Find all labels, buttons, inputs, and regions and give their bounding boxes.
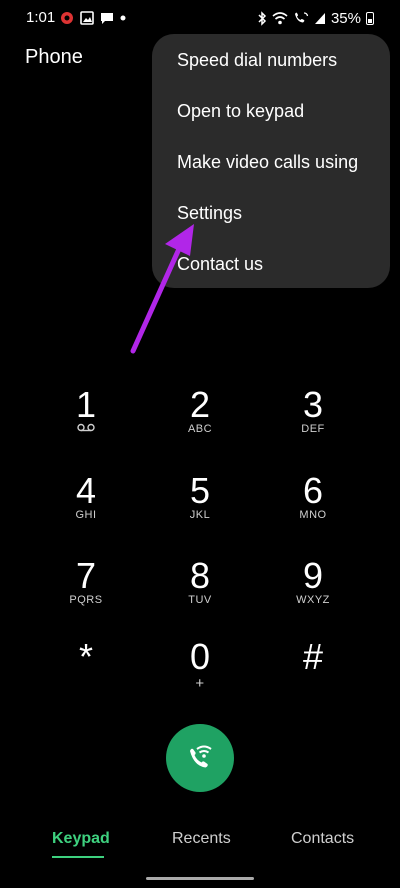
tab-keypad[interactable]: Keypad bbox=[52, 830, 110, 848]
key-digit: 2 bbox=[189, 384, 211, 425]
key-6[interactable]: 6 MNO bbox=[268, 471, 358, 541]
key-digit: 7 bbox=[75, 555, 97, 596]
page-title: Phone bbox=[25, 46, 83, 68]
key-hash[interactable]: # bbox=[268, 637, 358, 707]
key-letters: TUV bbox=[188, 594, 212, 606]
wifi-call-icon bbox=[183, 741, 217, 775]
key-3[interactable]: 3 DEF bbox=[268, 385, 358, 455]
key-digit: 8 bbox=[189, 555, 211, 596]
bluetooth-icon bbox=[257, 10, 267, 26]
notification-app-icon bbox=[60, 11, 74, 25]
status-time: 1:01 bbox=[26, 9, 56, 26]
key-5[interactable]: 5 JKL bbox=[155, 471, 245, 541]
dot-icon bbox=[120, 15, 126, 21]
voicemail-icon bbox=[41, 423, 131, 435]
status-right-icons: 35% bbox=[257, 9, 374, 27]
overflow-menu: Speed dial numbers Open to keypad Make v… bbox=[152, 34, 390, 288]
key-digit: 3 bbox=[302, 384, 324, 425]
wifi-icon bbox=[272, 11, 288, 25]
key-9[interactable]: 9 WXYZ bbox=[268, 556, 358, 626]
menu-item-video-calls[interactable]: Make video calls using bbox=[152, 144, 390, 195]
key-digit: 9 bbox=[302, 555, 324, 596]
key-8[interactable]: 8 TUV bbox=[155, 556, 245, 626]
menu-item-speed-dial[interactable]: Speed dial numbers bbox=[152, 42, 390, 93]
key-2[interactable]: 2 ABC bbox=[155, 385, 245, 455]
key-digit: # bbox=[302, 636, 324, 677]
menu-item-open-to-keypad[interactable]: Open to keypad bbox=[152, 93, 390, 144]
battery-icon bbox=[366, 11, 374, 25]
key-letters: GHI bbox=[75, 509, 97, 521]
signal-icon bbox=[314, 12, 326, 25]
key-4[interactable]: 4 GHI bbox=[41, 471, 131, 541]
bottom-nav: Keypad Recents Contacts bbox=[0, 820, 400, 860]
key-7[interactable]: 7 PQRS bbox=[41, 556, 131, 626]
call-button[interactable] bbox=[166, 724, 234, 792]
key-letters: PQRS bbox=[69, 594, 103, 606]
key-letters: DEF bbox=[301, 423, 325, 435]
menu-item-settings[interactable]: Settings bbox=[152, 195, 390, 246]
key-letters: ABC bbox=[187, 423, 213, 435]
key-letters: JKL bbox=[189, 509, 211, 521]
key-letters: MNO bbox=[299, 509, 327, 521]
message-icon bbox=[100, 11, 114, 25]
key-letters: WXYZ bbox=[296, 594, 330, 606]
tab-contacts[interactable]: Contacts bbox=[291, 830, 354, 848]
key-digit: 0 bbox=[189, 636, 211, 677]
menu-item-contact-us[interactable]: Contact us bbox=[152, 246, 390, 297]
key-letters: + bbox=[195, 675, 205, 692]
active-tab-indicator bbox=[52, 856, 104, 858]
home-indicator[interactable] bbox=[146, 877, 254, 880]
battery-percent: 35% bbox=[330, 9, 361, 27]
key-digit: 1 bbox=[75, 384, 97, 425]
key-star[interactable]: * bbox=[41, 637, 131, 707]
status-bar: 1:01 35% bbox=[0, 0, 400, 36]
key-0[interactable]: 0 + bbox=[155, 637, 245, 707]
key-digit: 6 bbox=[302, 470, 324, 511]
key-1[interactable]: 1 bbox=[41, 385, 131, 455]
key-digit: 5 bbox=[189, 470, 211, 511]
image-icon bbox=[80, 11, 94, 25]
key-digit: 4 bbox=[75, 470, 97, 511]
wifi-calling-icon bbox=[293, 11, 309, 25]
tab-recents[interactable]: Recents bbox=[172, 830, 231, 848]
status-left-icons bbox=[60, 9, 126, 27]
key-digit: * bbox=[78, 636, 93, 677]
